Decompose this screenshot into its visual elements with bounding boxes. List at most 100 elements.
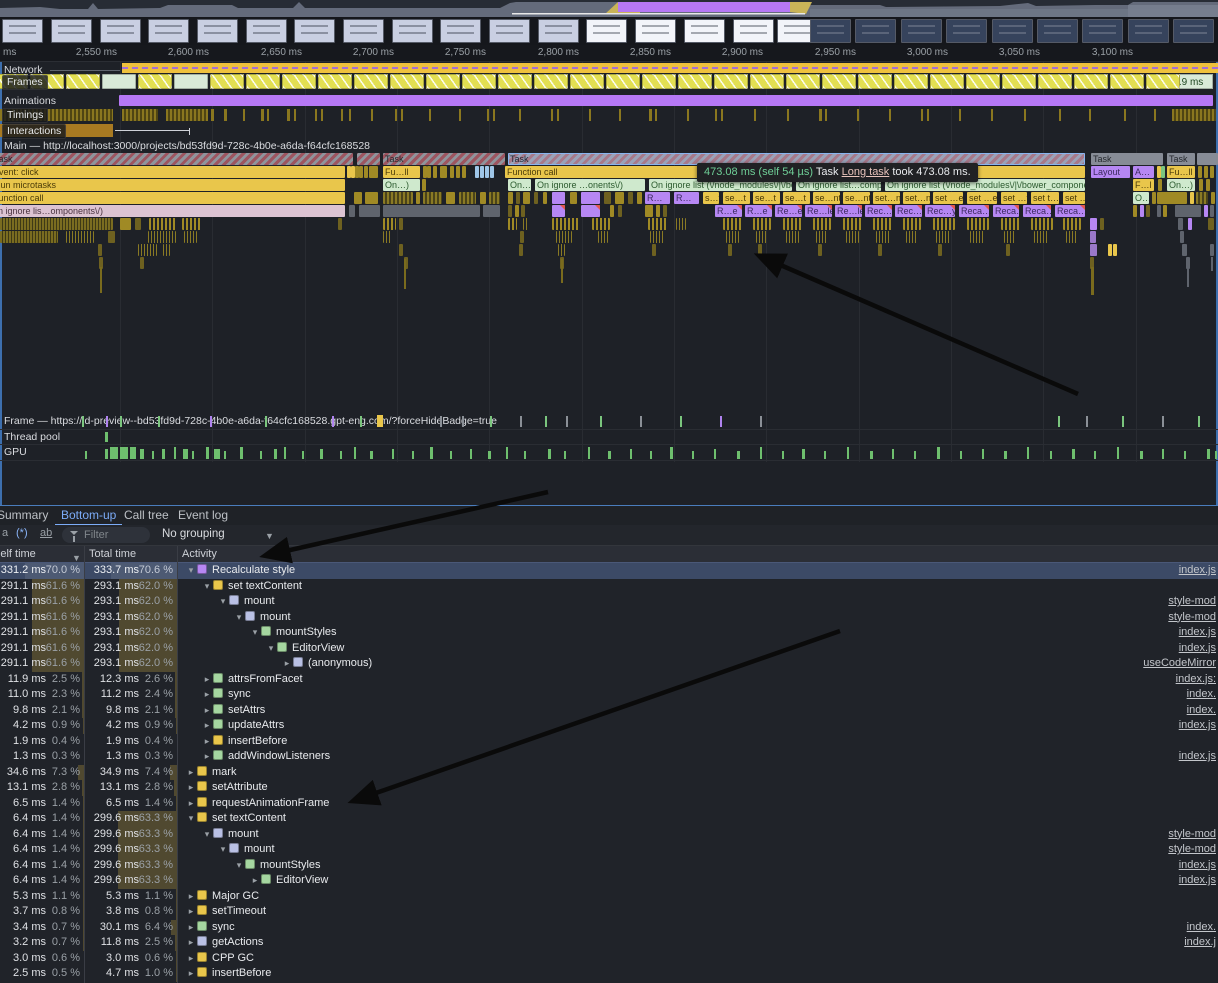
filmstrip-thumbnail[interactable] [1037, 19, 1078, 43]
flame-entry-tick[interactable] [1090, 231, 1096, 243]
flame-entry-tick[interactable] [1100, 218, 1104, 230]
collapse-icon[interactable]: ▾ [233, 858, 245, 874]
flame-entry[interactable]: Reca…yle [959, 205, 989, 217]
expand-icon[interactable]: ▸ [201, 703, 213, 719]
flame-entry-tick[interactable] [423, 192, 442, 204]
flame-entry-tick[interactable] [485, 166, 489, 178]
flame-entry-tick[interactable] [786, 231, 799, 243]
flame-entry[interactable]: set …tent [1063, 192, 1085, 204]
flame-entry-tick[interactable] [1140, 205, 1144, 217]
activity-cell[interactable]: ▾mountstyle-mod [177, 594, 1218, 610]
flame-entry[interactable]: Event: click [0, 166, 345, 178]
flame-entry-tick[interactable] [480, 166, 484, 178]
match-case-icon[interactable]: a [2, 527, 8, 539]
flame-entry-tick[interactable] [534, 192, 538, 204]
table-row[interactable]: 6.4 ms1.4 %299.6 ms63.3 %▾set textConten… [0, 811, 1218, 827]
table-row[interactable]: 11.9 ms2.5 %12.3 ms2.6 %▸attrsFromFaceti… [0, 672, 1218, 688]
flame-entry-tick[interactable] [1163, 205, 1167, 217]
table-row[interactable]: 4.2 ms0.9 %4.2 ms0.9 %▸updateAttrsindex.… [0, 718, 1218, 734]
flame-entry-tick[interactable] [1004, 231, 1016, 243]
frames-track-label[interactable]: Frames [2, 75, 48, 90]
cpu-overview-strip[interactable] [0, 0, 1218, 17]
flame-entry-tick[interactable] [440, 166, 447, 178]
expand-icon[interactable]: ▸ [201, 749, 213, 765]
filmstrip-thumbnail[interactable] [51, 19, 92, 43]
flame-entry[interactable]: On ignore lis…omponents\/) [0, 205, 345, 217]
activity-cell[interactable]: ▸updateAttrsindex.js [177, 718, 1218, 734]
flame-entry-tick[interactable] [66, 231, 94, 243]
flame-entry-tick[interactable] [1210, 244, 1214, 256]
flame-entry-tick[interactable] [383, 192, 413, 204]
flame-entry-tick[interactable] [1034, 231, 1048, 243]
frame-track[interactable]: Frame — https://id-preview--bd53fd9d-728… [0, 413, 1218, 430]
flame-entry-tick[interactable] [490, 166, 494, 178]
flame-entry-tick[interactable] [365, 192, 378, 204]
source-link[interactable]: index.js [1179, 563, 1216, 579]
flame-entry-tick[interactable] [1090, 218, 1097, 230]
flame-entry-tick[interactable] [433, 166, 437, 178]
col-self-time[interactable]: Self time [0, 546, 36, 562]
flame-entry[interactable]: Task [1167, 153, 1195, 165]
filmstrip-thumbnail[interactable] [1082, 19, 1123, 43]
flame-entry-tick[interactable] [906, 231, 918, 243]
flame-entry-tick[interactable] [357, 153, 380, 165]
filmstrip-thumbnail[interactable] [733, 19, 774, 43]
flame-entry[interactable]: set…nt [873, 192, 900, 204]
activity-cell[interactable]: ▸setTimeout [177, 904, 1218, 920]
flame-entry[interactable]: R… [645, 192, 670, 204]
flame-entry[interactable]: set t…tent [1031, 192, 1059, 204]
source-link[interactable]: index.js [1179, 625, 1216, 641]
flame-entry-tick[interactable] [570, 192, 577, 204]
activity-cell[interactable]: ▾set textContent [177, 811, 1218, 827]
flame-entry-tick[interactable] [98, 244, 102, 256]
filmstrip-thumbnail[interactable] [392, 19, 433, 43]
expand-icon[interactable]: ▸ [281, 656, 293, 672]
flame-entry-tick[interactable] [0, 231, 58, 243]
filmstrip-thumbnail[interactable] [1128, 19, 1169, 43]
expand-icon[interactable]: ▸ [185, 889, 197, 905]
activity-cell[interactable]: ▾mountstyle-mod [177, 610, 1218, 626]
flame-entry-tick[interactable] [552, 218, 580, 230]
flame-entry-tick[interactable] [581, 192, 600, 204]
expand-icon[interactable]: ▸ [201, 734, 213, 750]
flame-entry-tick[interactable] [508, 205, 512, 217]
flame-entry-tick[interactable] [462, 166, 466, 178]
activity-cell[interactable]: ▾EditorViewindex.js [177, 641, 1218, 657]
source-link[interactable]: style-mod [1168, 842, 1216, 858]
table-row[interactable]: 34.6 ms7.3 %34.9 ms7.4 %▸mark [0, 765, 1218, 781]
flame-entry[interactable]: s…t [703, 192, 719, 204]
activity-cell[interactable]: ▸setAttribute [177, 780, 1218, 796]
flame-entry-tick[interactable] [1108, 244, 1112, 256]
flame-entry-tick[interactable] [1161, 166, 1165, 178]
table-row[interactable]: 6.5 ms1.4 %6.5 ms1.4 %▸requestAnimationF… [0, 796, 1218, 812]
activity-cell[interactable]: ▸attrsFromFacetindex.js: [177, 672, 1218, 688]
flame-entry[interactable]: On…) [383, 179, 420, 191]
thread-pool-title[interactable]: Thread pool [4, 431, 60, 443]
filmstrip-thumbnail[interactable] [148, 19, 189, 43]
flame-entry[interactable]: Re…e [775, 205, 802, 217]
expand-icon[interactable]: ▸ [185, 780, 197, 796]
source-link[interactable]: useCodeMirror [1143, 656, 1216, 672]
flame-entry-tick[interactable] [383, 218, 396, 230]
flame-entry[interactable]: On…) [508, 179, 531, 191]
flame-entry[interactable]: set…nt [903, 192, 930, 204]
flame-entry-tick[interactable] [480, 192, 486, 204]
flame-entry-tick[interactable] [1066, 231, 1078, 243]
flame-entry-tick[interactable] [1210, 166, 1214, 178]
column-divider[interactable] [177, 546, 178, 983]
match-whole-word-icon[interactable]: ab [40, 527, 52, 539]
flame-entry[interactable]: R…e [715, 205, 742, 217]
flame-entry-tick[interactable] [1197, 153, 1218, 165]
activity-cell[interactable]: ▾mountStylesindex.js [177, 858, 1218, 874]
filmstrip-thumbnail[interactable] [1173, 19, 1214, 43]
table-row[interactable]: 1.3 ms0.3 %1.3 ms0.3 %▸addWindowListener… [0, 749, 1218, 765]
source-link[interactable]: index. [1187, 687, 1216, 703]
flame-entry-tick[interactable] [876, 231, 890, 243]
filmstrip-thumbnail[interactable] [992, 19, 1033, 43]
flame-entry-tick[interactable] [552, 205, 565, 217]
flame-entry[interactable]: Task [383, 153, 505, 165]
flame-entry[interactable]: Task [0, 153, 353, 165]
source-link[interactable]: index.j [1184, 935, 1216, 951]
flame-entry-tick[interactable] [1198, 166, 1202, 178]
flame-entry-tick[interactable] [359, 166, 363, 178]
